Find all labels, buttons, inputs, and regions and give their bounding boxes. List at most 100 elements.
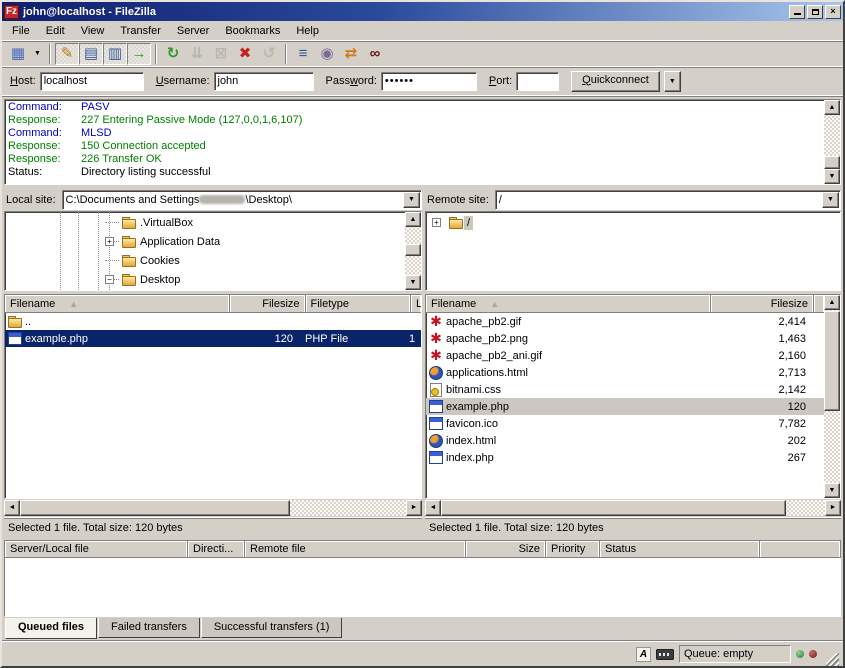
toggle-local-tree-button[interactable]: ▤	[79, 43, 103, 65]
menu-edit[interactable]: Edit	[38, 22, 73, 40]
find-files-button[interactable]: ∞	[363, 43, 387, 65]
tree-item[interactable]: +/	[426, 213, 840, 232]
toggle-queue-view-button[interactable]: →	[127, 43, 151, 65]
tree-item[interactable]: .VirtualBox	[5, 213, 405, 232]
column-header-filetype[interactable]: Filetype	[306, 295, 412, 312]
queue-column-server-local-file[interactable]: Server/Local file	[5, 541, 188, 557]
column-header-filesize[interactable]: Filesize	[230, 295, 306, 312]
file-row[interactable]: bitnami.css2,142	[426, 381, 824, 398]
remote-site-combobox[interactable]: / ▼	[495, 190, 841, 210]
toggle-log-view-button[interactable]: ✎	[55, 43, 79, 65]
tab-queued-files[interactable]: Queued files	[5, 618, 97, 639]
file-row[interactable]: ..	[5, 313, 421, 330]
file-row[interactable]: index.php267	[426, 449, 824, 466]
queue-column-remote-file[interactable]: Remote file	[245, 541, 466, 557]
column-header-filename[interactable]: Filename▲	[5, 295, 230, 312]
list-scrollbar-thumb[interactable]	[824, 311, 840, 411]
file-size-cell: 120	[229, 333, 301, 345]
tree-scrollbar-thumb[interactable]	[405, 244, 421, 256]
port-input[interactable]	[516, 72, 559, 91]
menu-help[interactable]: Help	[288, 22, 327, 40]
host-label: Host:	[10, 75, 36, 87]
file-size-cell: 2,142	[710, 384, 814, 396]
menu-bookmarks[interactable]: Bookmarks	[217, 22, 288, 40]
tree-item-label: /	[464, 216, 473, 230]
file-size-cell: 2,713	[710, 367, 814, 379]
tree-expander-plus[interactable]: +	[105, 237, 114, 246]
close-button[interactable]: ×	[825, 5, 841, 19]
site-manager-button[interactable]: ▦	[6, 43, 30, 65]
file-row[interactable]: example.php120PHP File1	[5, 330, 421, 347]
tree-expander-plus[interactable]: +	[432, 218, 441, 227]
file-row[interactable]: favicon.ico7,782	[426, 415, 824, 432]
local-horizontal-scrollbar[interactable]: ◄ ►	[4, 500, 422, 516]
username-input[interactable]: john	[214, 72, 314, 91]
local-site-combobox[interactable]: C:\Documents and Settings\Desktop\ ▼	[62, 190, 422, 210]
column-header-filesize[interactable]: Filesize	[711, 295, 815, 312]
chevron-down-icon[interactable]: ▼	[403, 192, 420, 208]
filter-button[interactable]: ≡	[291, 43, 315, 65]
file-row[interactable]: apache_pb2.gif2,414	[426, 313, 824, 330]
menu-file[interactable]: File	[4, 22, 38, 40]
column-header-filename[interactable]: Filename▲	[426, 295, 711, 312]
scroll-left-icon[interactable]: ◄	[425, 500, 441, 516]
host-input[interactable]: localhost	[40, 72, 144, 91]
quickconnect-button[interactable]: Quickconnect	[571, 71, 660, 92]
log-line: Command:PASV	[5, 101, 824, 114]
menu-server[interactable]: Server	[169, 22, 217, 40]
scroll-down-icon[interactable]: ▼	[824, 169, 840, 184]
file-row[interactable]: example.php120	[426, 398, 824, 415]
chevron-down-icon[interactable]: ▼	[822, 192, 839, 208]
tree-expander-minus[interactable]: −	[105, 275, 114, 284]
log-scrollbar-thumb[interactable]	[824, 156, 840, 169]
queue-column-priority[interactable]: Priority	[546, 541, 600, 557]
html-icon	[428, 365, 444, 380]
tree-item[interactable]: Cookies	[5, 251, 405, 270]
password-input[interactable]: ••••••	[381, 72, 477, 91]
scroll-down-icon[interactable]: ▼	[824, 483, 840, 498]
minimize-button[interactable]	[789, 5, 805, 19]
local-tree-scrollbar[interactable]: ▲ ▼	[405, 212, 421, 290]
disconnect-icon: ✖	[239, 46, 252, 61]
scroll-right-icon[interactable]: ►	[406, 500, 422, 516]
chevron-down-icon: ▼	[34, 50, 41, 57]
scroll-right-icon[interactable]: ►	[825, 500, 841, 516]
file-row[interactable]: applications.html2,713	[426, 364, 824, 381]
disconnect-button[interactable]: ✖	[233, 43, 257, 65]
maximize-button[interactable]	[807, 5, 823, 19]
column-header-lastmodified[interactable]: L	[411, 295, 421, 312]
queue-column-size[interactable]: Size	[466, 541, 546, 557]
site-manager-dropdown-button[interactable]: ▼	[30, 43, 45, 65]
tab-failed-transfers[interactable]: Failed transfers	[98, 618, 200, 638]
file-row[interactable]: apache_pb2.png1,463	[426, 330, 824, 347]
scroll-down-icon[interactable]: ▼	[405, 275, 421, 290]
queue-column-status[interactable]: Status	[600, 541, 760, 557]
resize-grip[interactable]	[826, 653, 839, 666]
tree-item[interactable]: −Desktop	[5, 270, 405, 289]
queue-column-direction[interactable]: Directi...	[188, 541, 245, 557]
refresh-button[interactable]: ↻	[161, 43, 185, 65]
synchronized-browsing-button[interactable]: ⇄	[339, 43, 363, 65]
app-icon: Fz	[4, 5, 19, 19]
file-row[interactable]: apache_pb2_ani.gif2,160	[426, 347, 824, 364]
tab-successful-transfers[interactable]: Successful transfers (1)	[201, 618, 343, 638]
cancel-operation-icon: ⊠	[215, 46, 228, 61]
quickconnect-dropdown-button[interactable]: ▼	[664, 71, 681, 92]
toggle-remote-tree-button[interactable]: ▥	[103, 43, 127, 65]
log-message: 227 Entering Passive Mode (127,0,0,1,6,1…	[81, 114, 302, 127]
process-queue-button: ⇊	[185, 43, 209, 65]
log-scrollbar[interactable]: ▲ ▼	[824, 100, 840, 184]
scroll-left-icon[interactable]: ◄	[4, 500, 20, 516]
menu-transfer[interactable]: Transfer	[112, 22, 169, 40]
tree-item[interactable]: +Application Data	[5, 232, 405, 251]
file-row[interactable]: index.html202	[426, 432, 824, 449]
hscroll-thumb[interactable]	[20, 500, 290, 516]
scroll-up-icon[interactable]: ▲	[824, 295, 840, 310]
scroll-up-icon[interactable]: ▲	[405, 212, 421, 227]
hscroll-thumb[interactable]	[441, 500, 786, 516]
remote-horizontal-scrollbar[interactable]: ◄ ►	[425, 500, 841, 516]
remote-list-scrollbar[interactable]: ▲ ▼	[824, 295, 840, 498]
menu-view[interactable]: View	[73, 22, 113, 40]
scroll-up-icon[interactable]: ▲	[824, 100, 840, 115]
compare-directories-button[interactable]: ◉	[315, 43, 339, 65]
